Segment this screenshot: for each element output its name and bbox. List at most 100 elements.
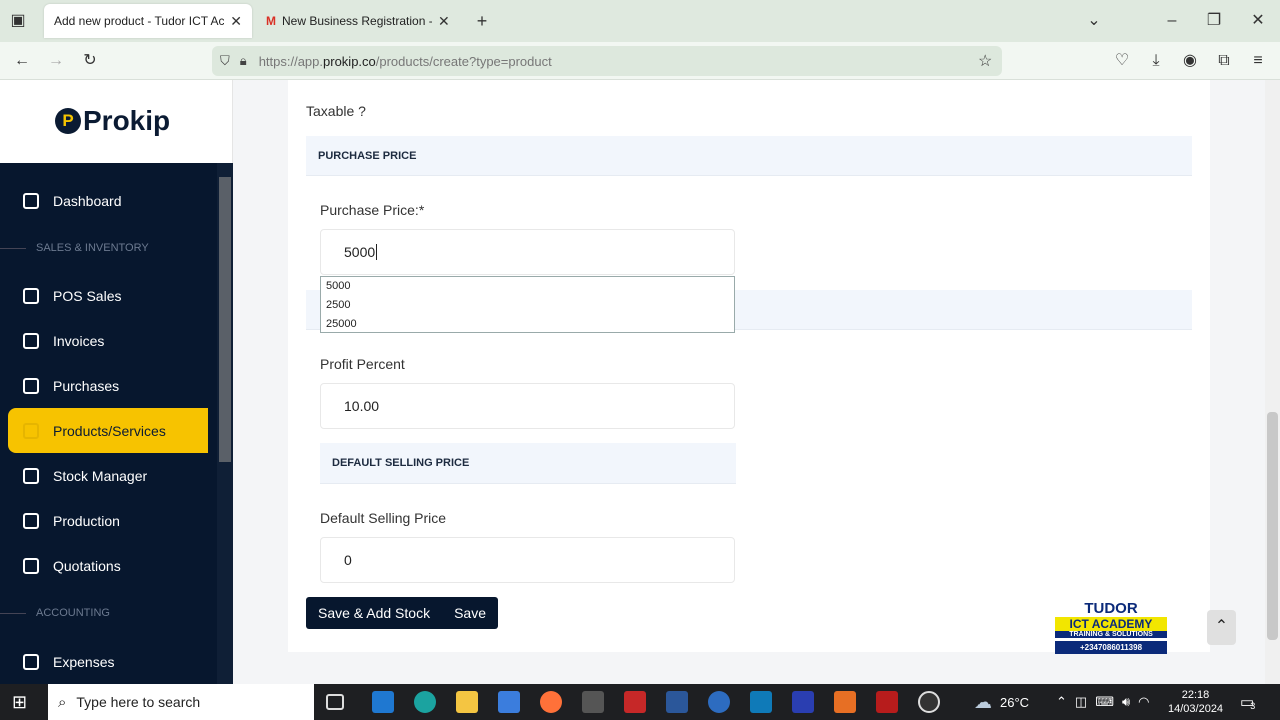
sidebar-item-label: Expenses bbox=[53, 653, 115, 670]
save-add-stock-button[interactable]: Save & Add Stock bbox=[306, 605, 442, 621]
wordpad-icon[interactable] bbox=[708, 691, 730, 713]
file-explorer-icon[interactable] bbox=[456, 691, 478, 713]
tab-add-product[interactable]: Add new product - Tudor ICT Academy ✕ bbox=[44, 4, 252, 38]
restore-icon[interactable]: ❐ bbox=[1204, 11, 1224, 31]
minimize-icon[interactable]: – bbox=[1162, 11, 1182, 31]
download-icon[interactable]: ⤓ bbox=[1146, 51, 1166, 71]
forward-icon[interactable]: → bbox=[46, 51, 66, 71]
autocomplete-option[interactable]: 25000 bbox=[321, 315, 734, 334]
xampp-icon[interactable] bbox=[834, 691, 856, 713]
mail-icon[interactable] bbox=[372, 691, 394, 713]
quotation-icon bbox=[23, 557, 39, 574]
sidebar-item-dashboard[interactable]: Dashboard bbox=[8, 178, 208, 223]
browser-nav-bar: ← → ↻ ⛉ 🔒︎ https://app. prokip.co/product… bbox=[0, 42, 1280, 80]
weather-widget[interactable]: ☁ 26°C bbox=[974, 684, 1029, 720]
meet-icon[interactable]: ◫ bbox=[1075, 694, 1087, 710]
taskbar-search[interactable]: ⌕ Type here to search bbox=[48, 684, 314, 720]
language-icon[interactable]: ⌨ bbox=[1095, 694, 1114, 710]
sidebar-item-label: Purchases bbox=[53, 377, 120, 394]
autocomplete-option[interactable]: 2500 bbox=[321, 296, 734, 315]
sidebar-item-production[interactable]: Production bbox=[8, 498, 208, 543]
notification-button[interactable]: ▭ 3 bbox=[1240, 684, 1255, 720]
sidebar-item-quotations[interactable]: Quotations bbox=[8, 543, 208, 588]
window-close-icon[interactable]: ✕ bbox=[1248, 11, 1268, 31]
account-icon[interactable]: ◉ bbox=[1180, 51, 1200, 71]
back-icon[interactable]: ← bbox=[12, 51, 32, 71]
extensions-icon[interactable]: ⧉ bbox=[1214, 51, 1234, 71]
tab-list-icon[interactable]: ▣ bbox=[8, 11, 28, 31]
obs-icon[interactable] bbox=[918, 691, 940, 713]
firefox-icon[interactable] bbox=[540, 691, 562, 713]
tab-label: Add new product - Tudor ICT Academy bbox=[54, 14, 225, 28]
section-label: SALES & INVENTORY bbox=[36, 242, 149, 254]
watermark-phone: +2347086011398 bbox=[1055, 641, 1167, 654]
stock-icon bbox=[23, 467, 39, 484]
reload-icon[interactable]: ↻ bbox=[80, 51, 100, 71]
sidebar-item-stock-manager[interactable]: Stock Manager bbox=[8, 453, 208, 498]
sidebar-item-pos-sales[interactable]: POS Sales bbox=[8, 273, 208, 318]
publisher-icon[interactable] bbox=[750, 691, 772, 713]
star-icon[interactable]: ☆ bbox=[978, 51, 992, 71]
search-icon: ⌕ bbox=[58, 693, 67, 711]
page-scroll-thumb[interactable] bbox=[1267, 412, 1278, 640]
new-tab-icon[interactable]: + bbox=[472, 11, 492, 31]
windows-taskbar: ⊞ ⌕ Type here to search ☁ 26°C ⌃ ◫ ⌨ 🔊︎ … bbox=[0, 684, 1280, 720]
task-view-icon[interactable] bbox=[326, 694, 344, 710]
sidebar-item-label: Production bbox=[53, 512, 120, 529]
production-icon bbox=[23, 512, 39, 529]
sidebar-item-label: Stock Manager bbox=[53, 467, 148, 484]
logo-mark: P bbox=[55, 108, 81, 134]
volume-icon[interactable]: 🔊︎ bbox=[1122, 694, 1130, 710]
wifi-icon[interactable]: ◠ bbox=[1138, 694, 1149, 710]
sidebar-item-purchases[interactable]: Purchases bbox=[8, 363, 208, 408]
recorder-icon[interactable] bbox=[624, 691, 646, 713]
sidebar-item-label: Products/Services bbox=[53, 422, 166, 439]
scroll-to-top-button[interactable]: ⌃ bbox=[1207, 610, 1236, 645]
clock[interactable]: 22:18 14/03/2024 bbox=[1168, 684, 1223, 720]
system-tray: ⌃ ◫ ⌨ 🔊︎ ◠ bbox=[1056, 684, 1150, 720]
expenses-icon bbox=[23, 653, 39, 670]
filezilla-icon[interactable] bbox=[876, 691, 898, 713]
edge-icon[interactable] bbox=[414, 691, 436, 713]
default-selling-price-input[interactable]: 0 bbox=[320, 537, 735, 583]
sidebar-header: P Prokip bbox=[0, 80, 233, 163]
menu-icon[interactable]: ≡ bbox=[1248, 51, 1268, 71]
purchase-price-input[interactable]: 5000 bbox=[320, 229, 735, 275]
cloud-icon: ☁ bbox=[974, 691, 992, 712]
logo[interactable]: P Prokip bbox=[55, 105, 170, 137]
sidebar-item-label: Invoices bbox=[53, 332, 105, 349]
windows-start-icon[interactable]: ⊞ bbox=[12, 691, 34, 713]
sidebar-scroll-thumb[interactable] bbox=[219, 177, 231, 462]
url-prefix: https://app. bbox=[258, 53, 324, 69]
calculator-icon[interactable] bbox=[582, 691, 604, 713]
url-bar[interactable]: ⛉ 🔒︎ https://app. prokip.co/products/crea… bbox=[212, 46, 1002, 76]
profit-percent-label: Profit Percent bbox=[320, 356, 405, 372]
profit-percent-input[interactable]: 10.00 bbox=[320, 383, 735, 429]
default-selling-price-value: 0 bbox=[344, 552, 352, 568]
home-icon bbox=[23, 192, 39, 209]
clock-time: 22:18 bbox=[1181, 689, 1210, 701]
close-icon[interactable]: ✕ bbox=[230, 13, 242, 30]
tab-business-registration[interactable]: M New Business Registration - tudor ✕ bbox=[256, 4, 460, 38]
box-icon bbox=[23, 377, 39, 394]
purchase-price-value: 5000 bbox=[344, 244, 376, 260]
pocket-icon[interactable]: ♡ bbox=[1112, 51, 1132, 71]
word-icon[interactable] bbox=[666, 691, 688, 713]
chevron-up-icon[interactable]: ⌃ bbox=[1056, 694, 1067, 710]
sidebar-item-invoices[interactable]: Invoices bbox=[8, 318, 208, 363]
sidebar-item-products[interactable]: Products/Services bbox=[8, 408, 208, 453]
save-button[interactable]: Save bbox=[442, 605, 498, 621]
b-app-icon[interactable] bbox=[792, 691, 814, 713]
invoice-icon bbox=[23, 332, 39, 349]
tab-label: New Business Registration - tudor bbox=[282, 14, 432, 28]
close-icon[interactable]: ✕ bbox=[438, 13, 450, 30]
sidebar-section-accounting: ACCOUNTING bbox=[0, 603, 215, 623]
sidebar-item-expenses[interactable]: Expenses bbox=[8, 639, 208, 684]
watermark-logo: TUDOR ICT ACADEMY TRAINING & SOLUTIONS +… bbox=[1055, 600, 1167, 661]
default-selling-price-section: DEFAULT SELLING PRICE bbox=[320, 443, 736, 484]
gmail-icon: M bbox=[266, 14, 276, 28]
store-icon[interactable] bbox=[498, 691, 520, 713]
weather-temp: 26°C bbox=[1000, 694, 1030, 710]
chevron-down-icon[interactable]: ⌄ bbox=[1084, 11, 1104, 31]
autocomplete-option[interactable]: 5000 bbox=[321, 277, 734, 296]
